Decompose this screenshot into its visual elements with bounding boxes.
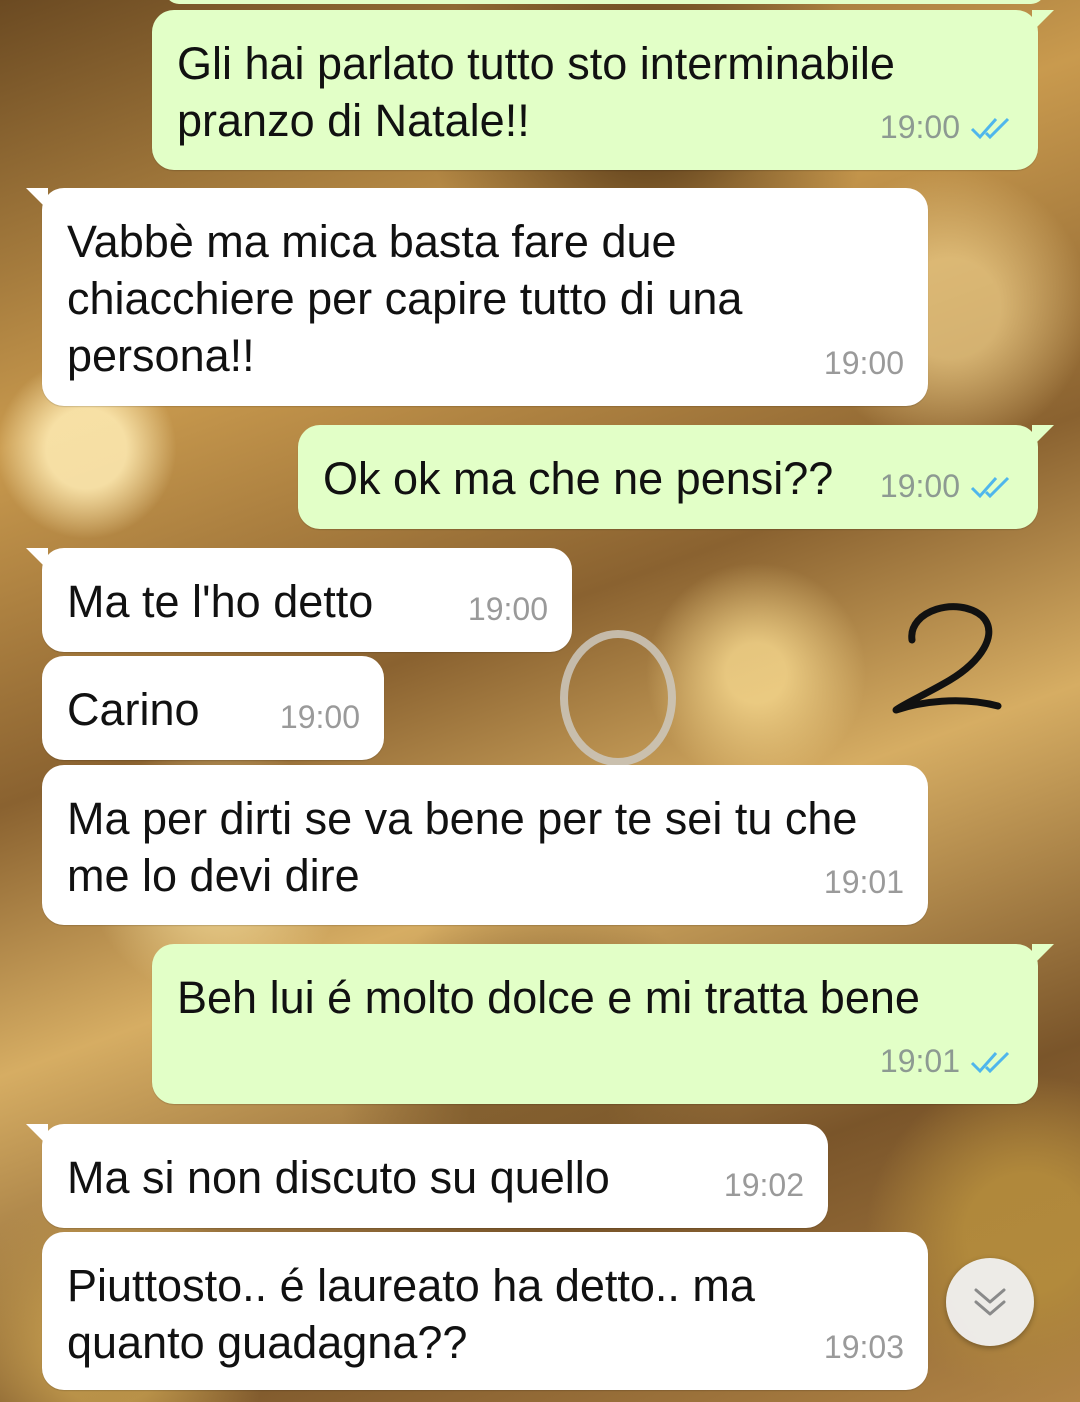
message-time: 19:00 [467, 591, 548, 627]
message-text: Vabbè ma mica basta fare due chiacchiere… [67, 216, 743, 381]
chat-background [560, 630, 676, 766]
message-time: 19:00 [279, 699, 360, 735]
message-time: 19:02 [723, 1167, 804, 1203]
message-bubble-incoming[interactable]: Ma per dirti se va bene per te sei tu ch… [42, 765, 928, 925]
message-time: 19:00 [823, 345, 904, 381]
message-bubble-incoming[interactable]: Ma si non discuto su quello 19:02 [26, 1124, 828, 1228]
message-text: Ma per dirti se va bene per te sei tu ch… [67, 793, 858, 901]
message-bubble-incoming[interactable]: Carino 19:00 [42, 656, 384, 760]
message-time: 19:01 [823, 864, 904, 900]
chevron-double-down-icon [974, 1288, 1006, 1316]
message-bubble-incoming[interactable]: Vabbè ma mica basta fare due chiacchiere… [26, 188, 928, 406]
message-text: Beh lui é molto dolce e mi tratta bene [177, 972, 920, 1023]
message-text: Gli hai parlato tutto sto interminabile … [177, 38, 895, 146]
double-check-icon [970, 117, 1010, 139]
message-bubble-incoming[interactable]: Ma te l'ho detto 19:00 [26, 548, 572, 652]
message-text: Ok ok ma che ne pensi?? [323, 453, 834, 504]
message-bubble-outgoing[interactable]: Gli hai parlato tutto sto interminabile … [152, 10, 1054, 170]
message-time: 19:00 [879, 109, 960, 145]
double-check-icon [970, 1051, 1010, 1073]
handwritten-annotation [892, 603, 1002, 714]
message-bubble-outgoing[interactable]: Ok ok ma che ne pensi?? 19:00 [298, 425, 1054, 529]
message-bubble-outgoing[interactable]: Beh lui é molto dolce e mi tratta bene 1… [152, 944, 1054, 1104]
scroll-to-bottom-button[interactable] [946, 1258, 1034, 1346]
double-check-icon [970, 476, 1010, 498]
message-text: Ma te l'ho detto [67, 576, 374, 627]
message-time: 19:01 [879, 1043, 960, 1079]
message-text: Carino [67, 684, 200, 735]
previous-message-bubble-edge [165, 0, 1045, 4]
message-bubble-incoming[interactable]: Piuttosto.. é laureato ha detto.. ma qua… [42, 1232, 928, 1390]
message-time: 19:00 [879, 468, 960, 504]
message-text: Ma si non discuto su quello [67, 1152, 610, 1203]
message-text: Piuttosto.. é laureato ha detto.. ma qua… [67, 1260, 755, 1368]
message-time: 19:03 [823, 1329, 904, 1365]
